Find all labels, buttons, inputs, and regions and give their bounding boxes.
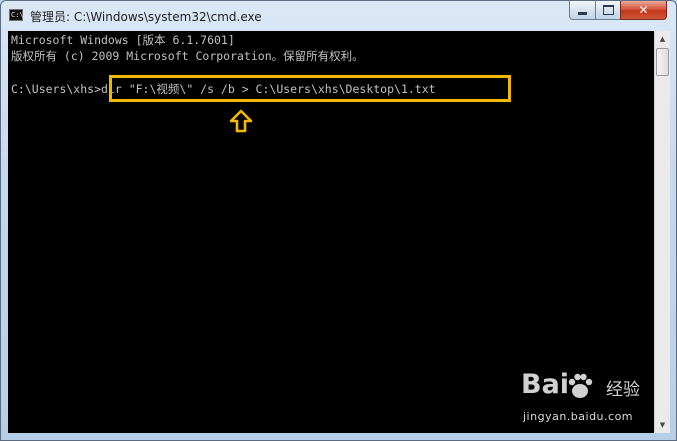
minimize-icon xyxy=(578,12,587,15)
close-button[interactable]: ✕ xyxy=(620,1,667,20)
cmd-window: C:\ 管理员: C:\Windows\system32\cmd.exe ✕ M… xyxy=(0,0,677,441)
watermark-url: jingyan.baidu.com xyxy=(523,410,634,423)
console-line-copyright: 版权所有 (c) 2009 Microsoft Corporation。保留所有… xyxy=(11,49,364,63)
maximize-icon xyxy=(602,5,614,15)
title-bar[interactable]: C:\ 管理员: C:\Windows\system32\cmd.exe ✕ xyxy=(1,1,676,31)
minimize-button[interactable] xyxy=(569,1,596,20)
baidu-jingyan-watermark: Bai 经验 jingyan.baidu.com xyxy=(521,367,671,433)
cmd-icon[interactable]: C:\ xyxy=(9,9,24,21)
window-title: 管理员: C:\Windows\system32\cmd.exe xyxy=(30,10,262,24)
command-highlight-box xyxy=(109,75,511,102)
scroll-thumb[interactable] xyxy=(656,48,669,76)
close-icon: ✕ xyxy=(638,3,649,17)
scroll-up-button[interactable]: ▲ xyxy=(655,31,670,47)
scroll-up-icon: ▲ xyxy=(659,35,666,43)
watermark-brand: Bai xyxy=(521,369,570,400)
maximize-button[interactable] xyxy=(595,1,621,20)
watermark-suffix: 经验 xyxy=(606,380,640,400)
console-line-version: Microsoft Windows [版本 6.1.7601] xyxy=(11,33,235,47)
baidu-paw-icon xyxy=(568,373,593,398)
up-arrow-icon xyxy=(229,109,253,133)
